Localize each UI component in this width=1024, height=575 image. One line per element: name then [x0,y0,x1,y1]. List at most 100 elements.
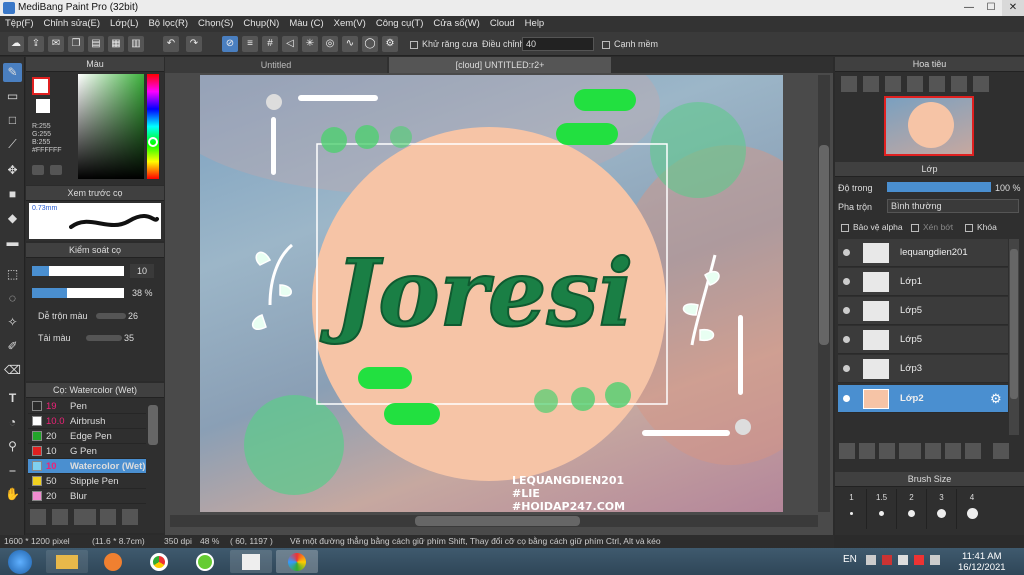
doc-icon[interactable]: ▤ [88,36,104,52]
snap-off-icon[interactable]: ⊘ [222,36,238,52]
brush-size-preset-3[interactable]: 3 [927,489,957,529]
visibility-icon[interactable] [843,278,850,285]
magic-wand-icon[interactable]: ✧ [3,313,22,332]
share-icon[interactable]: ⇪ [28,36,44,52]
hand-tool-icon[interactable]: ✋ [3,485,22,504]
brush-item-airbrush[interactable]: 10.0 Airbrush [28,414,146,429]
clock[interactable]: 11:41 AM 16/12/2021 [958,551,1006,573]
brush-list-scrollbar[interactable] [148,405,158,445]
ellipse-snap-icon[interactable]: ◯ [362,36,378,52]
layer-settings-icon[interactable]: ⚙ [990,391,1002,407]
menu-view[interactable]: Xem(V) [329,16,371,32]
copy-icon[interactable]: ❐ [68,36,84,52]
bucket-tool-icon[interactable]: ◆ [3,209,22,228]
minimize-button[interactable]: — [958,0,980,16]
color-picker-icon[interactable] [50,165,62,175]
menu-snap[interactable]: Chụp(N) [238,16,284,32]
brush-folder-icon[interactable] [122,509,138,525]
new-8bit-layer-icon[interactable] [879,443,895,459]
brush-size-preset-1[interactable]: 1 [837,489,867,529]
brush-item-edge-pen[interactable]: 20 Edge Pen [28,429,146,444]
layer-opacity-slider[interactable] [887,182,991,192]
lock-option[interactable]: Khóa [965,222,997,232]
soft-edge-checkbox[interactable] [602,40,610,49]
duplicate-layer-icon[interactable] [945,443,961,459]
secondary-color-swatch[interactable] [36,99,50,113]
tab-untitled[interactable]: Untitled [165,57,387,73]
zoom-in-plus-icon[interactable] [863,76,879,92]
layer-row[interactable]: Lớp5 [838,326,1008,354]
canvas-vertical-scrollbar[interactable] [818,75,830,512]
balloon-tool-icon[interactable]: ◔ [3,413,22,432]
brush-opacity-slider[interactable] [32,288,124,298]
media-player-taskbar-icon[interactable] [92,550,134,573]
antialias-option[interactable]: Khử răng cưa [410,39,478,49]
color-saturation-field[interactable] [78,74,144,179]
visibility-icon[interactable] [843,307,850,314]
start-button[interactable] [8,550,32,574]
select-eraser-icon[interactable]: ⌫ [3,361,22,380]
brush-item-stipple-pen[interactable]: 50 Stipple Pen [28,474,146,489]
actual-size-icon[interactable] [929,76,945,92]
layer-row[interactable]: Lớp1 [838,268,1008,296]
primary-color-swatch[interactable] [32,77,50,95]
visibility-icon[interactable] [843,395,850,402]
curve-snap-icon[interactable]: ∿ [342,36,358,52]
close-button[interactable]: ✕ [1002,0,1024,16]
new-layer-icon[interactable] [839,443,855,459]
vanish-snap-icon[interactable]: ◁ [282,36,298,52]
circle-snap-icon[interactable]: ◎ [322,36,338,52]
layout-icon[interactable]: ▥ [128,36,144,52]
menu-window[interactable]: Cửa sổ(W) [428,16,484,32]
merge-down-icon[interactable] [965,443,981,459]
brush-new-icon[interactable] [52,509,68,525]
menu-help[interactable]: Help [520,16,550,32]
brush-duplicate-icon[interactable] [100,509,116,525]
pen-tool-icon[interactable]: ⎯ [3,461,22,480]
settings-snap-icon[interactable]: ⚙ [382,36,398,52]
tray-volume-icon[interactable] [930,555,940,565]
line-tool-icon[interactable]: ⟋ [3,135,22,154]
language-indicator[interactable]: EN [843,554,857,565]
comment-icon[interactable]: ✉ [48,36,64,52]
cloud-icon[interactable]: ☁ [8,36,24,52]
brush-item-pen[interactable]: 19 Pen [28,399,146,414]
redo-icon[interactable]: ↷ [186,36,202,52]
fill-shape-icon[interactable]: ■ [3,185,22,204]
new-folder-icon[interactable] [925,443,941,459]
explorer-taskbar-icon[interactable] [46,550,88,573]
menu-layer[interactable]: Lớp(L) [105,16,143,32]
delete-layer-icon[interactable] [993,443,1009,459]
move-tool-icon[interactable]: ✥ [3,161,22,180]
tray-flag-icon[interactable] [882,555,892,565]
clip-option[interactable]: Xén bớt [911,222,953,232]
blend-mode-select[interactable]: Bình thường [887,199,1019,213]
menu-filter[interactable]: Bộ lọc(R) [143,16,193,32]
layer-row[interactable]: lequangdien201 [838,239,1008,267]
visibility-icon[interactable] [843,365,850,372]
menu-edit[interactable]: Chỉnh sửa(E) [39,16,106,32]
new-halftone-layer-icon[interactable] [859,443,875,459]
fit-screen-icon[interactable] [885,76,901,92]
layer-row-selected[interactable]: Lớp2 ⚙ [838,385,1008,413]
medibang-taskbar-icon[interactable] [230,550,272,573]
menu-select[interactable]: Chọn(S) [193,16,238,32]
artwork-canvas[interactable]: Joresi LEQUANGDIEN201 #LIE #HOIDAP247.CO… [200,75,783,512]
brush-tool-icon[interactable]: ✎ [3,63,22,82]
palette-icon[interactable] [32,165,44,175]
brush-menu-icon[interactable] [74,509,96,525]
rotate-right-icon[interactable] [973,76,989,92]
brush-size-preset-2[interactable]: 2 [897,489,927,529]
visibility-icon[interactable] [843,336,850,343]
eraser-tool-icon[interactable]: ▭ [3,87,22,106]
antialias-checkbox[interactable] [410,40,418,49]
brush-size-preset-4[interactable]: 4 [957,489,987,529]
paint-taskbar-icon[interactable] [276,550,318,573]
gradient-tool-icon[interactable]: ▬ [3,233,22,252]
grid-icon[interactable]: ▦ [108,36,124,52]
tray-arrow-icon[interactable] [866,555,876,565]
navigator-thumbnail[interactable] [884,96,974,156]
tray-antivirus-icon[interactable] [914,555,924,565]
select-pen-icon[interactable]: ✐ [3,337,22,356]
parallel-snap-icon[interactable]: ≡ [242,36,258,52]
